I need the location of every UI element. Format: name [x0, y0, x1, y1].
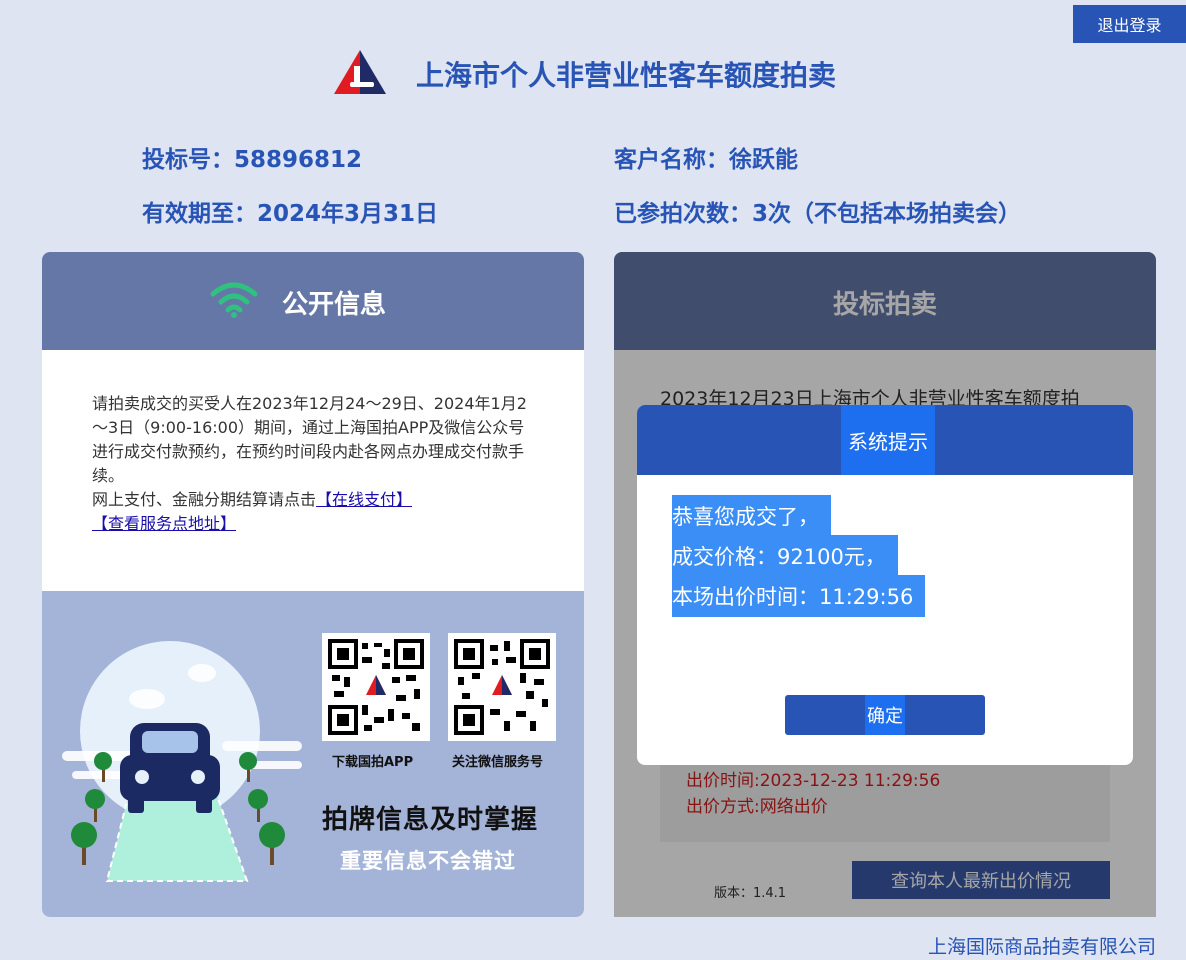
page-title: 上海市个人非营业性客车额度拍卖 [416, 59, 837, 92]
slogan-sub: 重要信息不会错过 [340, 849, 516, 873]
dialog-title: 系统提示 [841, 405, 935, 475]
congrats-message: 恭喜您成交了， [672, 495, 831, 537]
promo-banner: 下载国拍APP 关注微信服务号 拍牌信息及时掌握 重要信息不会错过 [42, 591, 584, 917]
deal-price: 成交价格：92100元， [672, 535, 898, 577]
qr-wechat-label: 关注微信服务号 [452, 755, 544, 770]
slogan-main: 拍牌信息及时掌握 [322, 805, 539, 835]
online-pay-prefix: 网上支付、金融分期结算请点击 [92, 490, 317, 509]
company-footer: 上海国际商品拍卖有限公司 [927, 936, 1156, 958]
qr-app-label: 下载国拍APP [332, 755, 414, 770]
qr-code-icon [328, 639, 424, 735]
logo-icon [334, 50, 386, 94]
valid-until: 有效期至：2024年3月31日 [142, 201, 439, 227]
public-info-panel: 公开信息 请拍卖成交的买受人在2023年12月24～29日、2024年1月2～3… [42, 252, 584, 917]
logout-button[interactable]: 退出登录 [1073, 5, 1186, 43]
public-info-header: 公开信息 [42, 252, 584, 350]
service-address-link[interactable]: 【查看服务点地址】 [92, 514, 236, 533]
payment-notice: 请拍卖成交的买受人在2023年12月24～29日、2024年1月2～3日（9:0… [92, 392, 540, 536]
car-illustration [62, 641, 302, 882]
notice-text: 请拍卖成交的买受人在2023年12月24～29日、2024年1月2～3日（9:0… [92, 394, 527, 485]
system-prompt-dialog: 系统提示 恭喜您成交了， 成交价格：92100元， 本场出价时间：11:29:5… [637, 405, 1133, 765]
bid-time-message: 本场出价时间：11:29:56 [672, 575, 926, 617]
qr-code-icon [454, 639, 550, 735]
online-pay-link[interactable]: 【在线支付】 [316, 490, 412, 509]
wechat-qr-code [448, 633, 556, 741]
customer-name: 客户名称：徐跃能 [614, 147, 798, 173]
public-info-title: 公开信息 [282, 290, 387, 320]
dialog-header: 系统提示 [637, 405, 1133, 475]
wifi-icon [210, 282, 258, 318]
participation-count: 已参拍次数：3次（不包括本场拍卖会） [614, 201, 1022, 227]
app-qr-code [322, 633, 430, 741]
page-header: 上海市个人非营业性客车额度拍卖 [0, 46, 1186, 102]
confirm-label: 确定 [865, 695, 905, 735]
confirm-button[interactable]: 确定 [785, 695, 985, 735]
bid-number: 投标号：58896812 [142, 147, 363, 173]
